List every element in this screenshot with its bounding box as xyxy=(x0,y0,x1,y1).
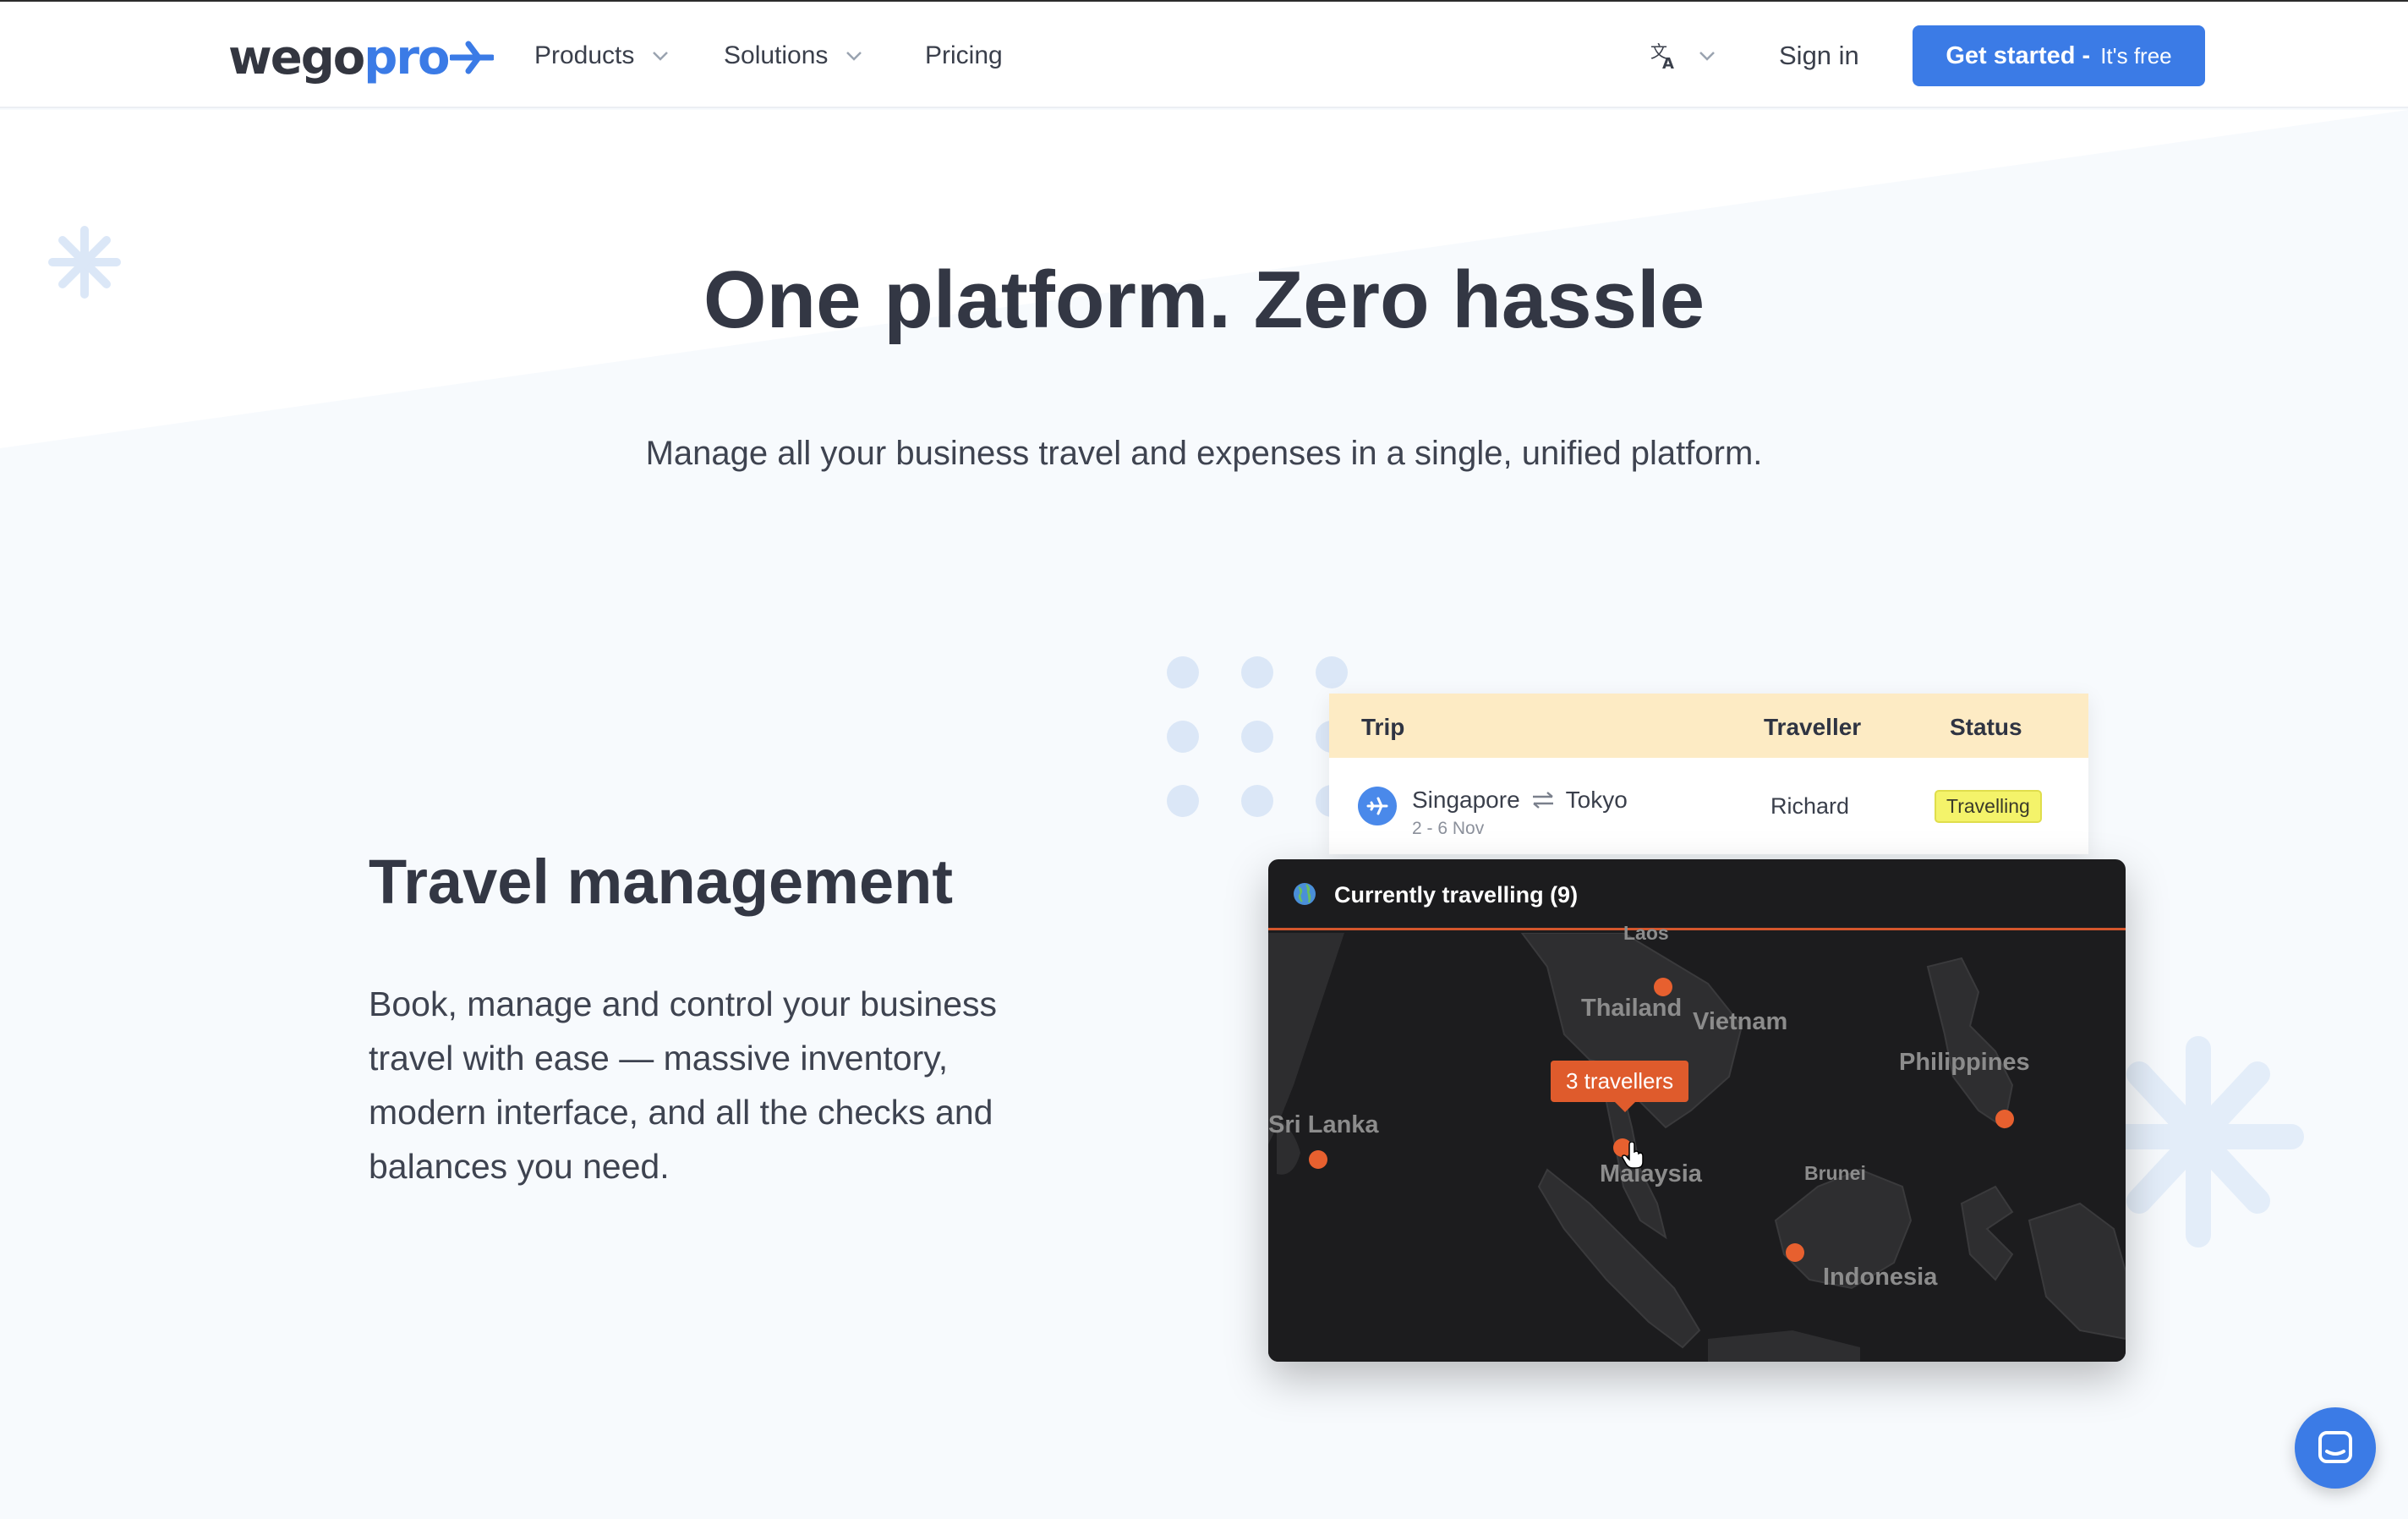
traveller-pin[interactable] xyxy=(1309,1150,1327,1169)
hand-cursor-icon xyxy=(1622,1142,1644,1169)
column-status: Status xyxy=(1950,714,2022,740)
nav-pricing[interactable]: Pricing xyxy=(925,36,1003,76)
hero-subtitle: Manage all your business travel and expe… xyxy=(645,435,1763,472)
column-traveller: Traveller xyxy=(1764,714,1862,740)
currently-travelling-map: Currently travelling (9) Laos Thailand V… xyxy=(1268,859,2126,1362)
nav-products[interactable]: Products xyxy=(534,36,671,76)
map-label-thailand: Thailand xyxy=(1581,995,1683,1022)
signin-link[interactable]: Sign in xyxy=(1779,36,1859,76)
get-started-button[interactable]: Get started - It's free xyxy=(1913,25,2205,86)
logo-plane-icon xyxy=(450,41,495,74)
map-header: Currently travelling (9) xyxy=(1268,859,2126,930)
trip-table-card: Trip Traveller Status Singapore Tokyo 2 … xyxy=(1329,694,2088,854)
map-label-indonesia: Indonesia xyxy=(1823,1264,1938,1291)
nav-solutions[interactable]: Solutions xyxy=(724,36,865,76)
translate-icon: 文 A xyxy=(1650,41,1674,71)
status-badge: Travelling xyxy=(1935,790,2042,823)
chevron-down-icon xyxy=(653,52,669,61)
wegopro-logo[interactable]: wego pro xyxy=(228,24,495,91)
map-label-sri-lanka: Sri Lanka xyxy=(1268,1111,1379,1138)
trip-origin: Singapore xyxy=(1412,787,1520,813)
traveller-pin[interactable] xyxy=(1995,1110,2014,1128)
trip-table-header: Trip Traveller Status xyxy=(1329,694,2088,758)
feature-title: Travel management xyxy=(369,847,953,917)
traveller-pin[interactable] xyxy=(1654,978,1672,996)
nav-products-label: Products xyxy=(534,41,635,69)
map-label-laos: Laos xyxy=(1623,922,1669,944)
chat-icon xyxy=(2318,1431,2352,1463)
sparkle-decoration-icon xyxy=(2110,1036,2304,1248)
map-landmass xyxy=(1268,933,2126,1362)
map-label-philippines: Philippines xyxy=(1899,1049,2030,1076)
map-label-vietnam: Vietnam xyxy=(1693,1008,1788,1035)
globe-icon xyxy=(1294,883,1316,905)
traveller-name: Richard xyxy=(1770,793,1850,819)
chevron-down-icon xyxy=(846,52,862,61)
hero-title: One platform. Zero hassle xyxy=(703,255,1705,345)
svg-text:A: A xyxy=(1662,55,1674,71)
its-free-label: It's free xyxy=(2100,42,2172,69)
travellers-tooltip: 3 travellers xyxy=(1551,1061,1689,1112)
top-navbar: wego pro Products Solutions Pricing 文 A S… xyxy=(0,2,2408,108)
traveller-pin[interactable] xyxy=(1786,1243,1804,1262)
language-selector[interactable]: 文 A xyxy=(1649,36,1718,76)
get-started-label: Get started - xyxy=(1946,41,2091,69)
column-trip: Trip xyxy=(1361,714,1405,740)
map-title: Currently travelling (9) xyxy=(1334,882,1579,908)
map-label-brunei: Brunei xyxy=(1804,1162,1866,1184)
chevron-down-icon xyxy=(1699,52,1715,61)
map-label-malaysia: Malaysia xyxy=(1600,1160,1702,1187)
chat-button[interactable] xyxy=(2295,1407,2376,1489)
feature-description: Book, manage and control your business t… xyxy=(369,984,998,1186)
nav-solutions-label: Solutions xyxy=(724,41,829,69)
trip-dates: 2 - 6 Nov xyxy=(1412,819,1485,838)
plane-icon xyxy=(1358,787,1397,825)
nav-pricing-label: Pricing xyxy=(925,41,1003,69)
trip-destination: Tokyo xyxy=(1565,787,1628,813)
round-trip-icon xyxy=(1532,792,1553,809)
trip-route: Singapore Tokyo xyxy=(1412,787,1628,814)
